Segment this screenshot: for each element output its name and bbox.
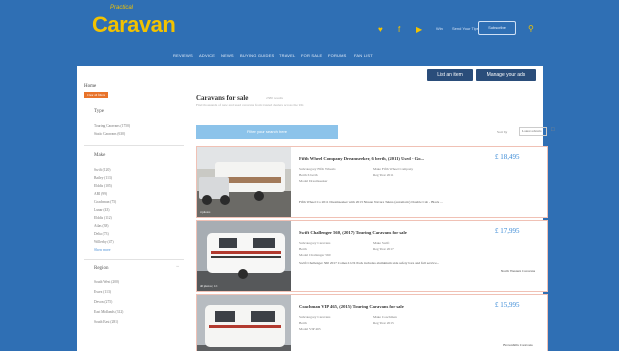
sidebar-item-make[interactable]: Elddis (112)	[94, 216, 112, 220]
sidebar-item-make[interactable]: Lunar (43)	[94, 208, 109, 212]
listing-card[interactable]: Coachman VIP 465, (2015) Touring Caravan…	[196, 294, 548, 351]
photo-caption: 4 photos	[200, 210, 211, 214]
breadcrumb[interactable]: Home	[84, 84, 96, 89]
grid-view-icon[interactable]: □	[551, 127, 555, 133]
sidebar-item-region[interactable]: Essex (113)	[94, 290, 111, 294]
listing-photo[interactable]: 40 photos | 1/1	[197, 221, 291, 291]
sidebar-region-heading: Region	[94, 266, 109, 271]
sidebar-item-make[interactable]: Atlas (38)	[94, 224, 108, 228]
listing-meta: Subcategory Fifth Wheels	[299, 167, 336, 171]
sidebar-show-more-link[interactable]: Show more	[94, 248, 110, 252]
sidebar-type-heading: Type	[94, 109, 104, 114]
sidebar-make-heading: Make	[94, 153, 106, 158]
listing-meta: Reg Year 2017	[373, 247, 394, 251]
subscribe-button[interactable]: Subscribe	[478, 21, 516, 35]
collapse-icon[interactable]: −	[176, 264, 179, 270]
photo-caption: 40 photos | 1/1	[200, 284, 218, 288]
nav-item-travel[interactable]: TRAVEL	[279, 53, 295, 58]
listing-meta: Reg Year 2015	[373, 321, 394, 325]
logo-small-text: Practical	[110, 5, 134, 11]
sidebar-item-region[interactable]: South East (281)	[94, 320, 118, 324]
page-subtitle: Find thousands of new and used caravans …	[196, 103, 304, 107]
logo-big-text: Caravan	[92, 12, 176, 37]
sidebar-item-make[interactable]: ABI (99)	[94, 192, 107, 196]
sidebar-item-make[interactable]: Willerby (47)	[94, 240, 114, 244]
listing-meta: Subcategory Caravans	[299, 315, 331, 319]
listing-meta: Berth 6 berth	[299, 173, 318, 177]
sidebar-item-region[interactable]: East Midlands (312)	[94, 310, 123, 314]
listing-meta: Make Swift	[373, 241, 390, 245]
nav-item-for-sale[interactable]: FOR SALE	[301, 53, 322, 58]
listing-description: Swift Challenger 560 2017 Comes LUX Pack…	[299, 261, 440, 265]
sidebar-divider	[84, 259, 184, 260]
search-icon[interactable]: ⚲	[528, 24, 534, 33]
nav-item-news[interactable]: NEWS	[221, 53, 234, 58]
facebook-icon[interactable]: f	[398, 25, 400, 34]
listing-price: £ 17,995	[495, 227, 520, 235]
dealer-logo[interactable]: Brownhills Caravans	[493, 343, 543, 347]
sidebar-item-touring[interactable]: Touring Caravans (1750)	[94, 124, 130, 128]
nav-item-forums[interactable]: FORUMS	[328, 53, 347, 58]
dealer-logo[interactable]: North Western Caravans	[493, 269, 543, 273]
clear-filters-badge[interactable]: Clear all filters	[84, 92, 108, 98]
listing-title[interactable]: Swift Challenger 560, (2017) Touring Car…	[299, 230, 407, 235]
twitter-icon[interactable]: ♥	[378, 25, 383, 34]
page-title: Caravans for sale	[196, 94, 249, 102]
listing-price: £ 18,495	[495, 153, 520, 161]
nav-item-buying-guides[interactable]: BUYING GUIDES	[240, 53, 274, 58]
results-count: 2380 results	[266, 96, 284, 100]
sidebar-divider	[84, 145, 184, 146]
listing-meta: Make Coachman	[373, 315, 397, 319]
listing-description: Fifth Wheel Co 2011 Dreamseeker with 201…	[299, 200, 443, 204]
listing-price: £ 15,995	[495, 301, 520, 309]
nav-item-reviews[interactable]: REVIEWS	[173, 53, 193, 58]
listing-meta: Subcategory Caravans	[299, 241, 331, 245]
sort-label: Sort by	[497, 130, 508, 134]
site-header: Practical Caravan ♥ f ▶ Win Send Your Ti…	[0, 0, 619, 46]
sidebar-item-static[interactable]: Static Caravans (630)	[94, 132, 125, 136]
sidebar-item-make[interactable]: Elddis (105)	[94, 184, 112, 188]
filter-search-button[interactable]: Filter your search here	[196, 125, 338, 139]
listing-meta: Model VIP 465	[299, 327, 321, 331]
sidebar-item-make[interactable]: Swift (120)	[94, 168, 110, 172]
listing-card[interactable]: 40 photos | 1/1 Swift Challenger 560, (2…	[196, 220, 548, 292]
sidebar-item-make[interactable]: Delta (73)	[94, 232, 109, 236]
listing-photo[interactable]	[197, 295, 291, 351]
nav-item-advice[interactable]: ADVICE	[199, 53, 215, 58]
listing-meta: Make Fifth Wheel Company	[373, 167, 414, 171]
main-nav: REVIEWS ADVICE NEWS BUYING GUIDES TRAVEL…	[0, 46, 619, 66]
listing-meta: Berth	[299, 247, 307, 251]
listing-meta: Model Challenger 560	[299, 253, 331, 257]
listing-meta: Berth	[299, 321, 307, 325]
listing-card[interactable]: 4 photos Fifth Wheel Company Dreamseeker…	[196, 146, 548, 218]
sidebar-item-make[interactable]: Coachman (75)	[94, 200, 116, 204]
youtube-icon[interactable]: ▶	[416, 25, 422, 34]
sort-select[interactable]: Latest adverts	[519, 127, 547, 136]
nav-item-fan-list[interactable]: FAN LIST	[354, 53, 373, 58]
manage-ads-button[interactable]: Manage your ads	[476, 69, 536, 81]
listing-title[interactable]: Coachman VIP 465, (2015) Touring Caravan…	[299, 304, 404, 309]
list-item-button[interactable]: List an item	[427, 69, 473, 81]
listing-meta: Model Dreamseeker	[299, 179, 328, 183]
sidebar-item-make[interactable]: Bailey (113)	[94, 176, 112, 180]
listing-photo[interactable]: 4 photos	[197, 147, 291, 217]
sidebar-item-region[interactable]: Devon (275)	[94, 300, 112, 304]
menu-win-link[interactable]: Win	[436, 26, 443, 31]
listing-title[interactable]: Fifth Wheel Company Dreamseeker, 6 berth…	[299, 156, 424, 161]
menu-send-tips-link[interactable]: Send Your Tips	[452, 26, 479, 31]
sidebar-item-region[interactable]: South West (200)	[94, 280, 119, 284]
listing-meta: Reg Year 2011	[373, 173, 394, 177]
